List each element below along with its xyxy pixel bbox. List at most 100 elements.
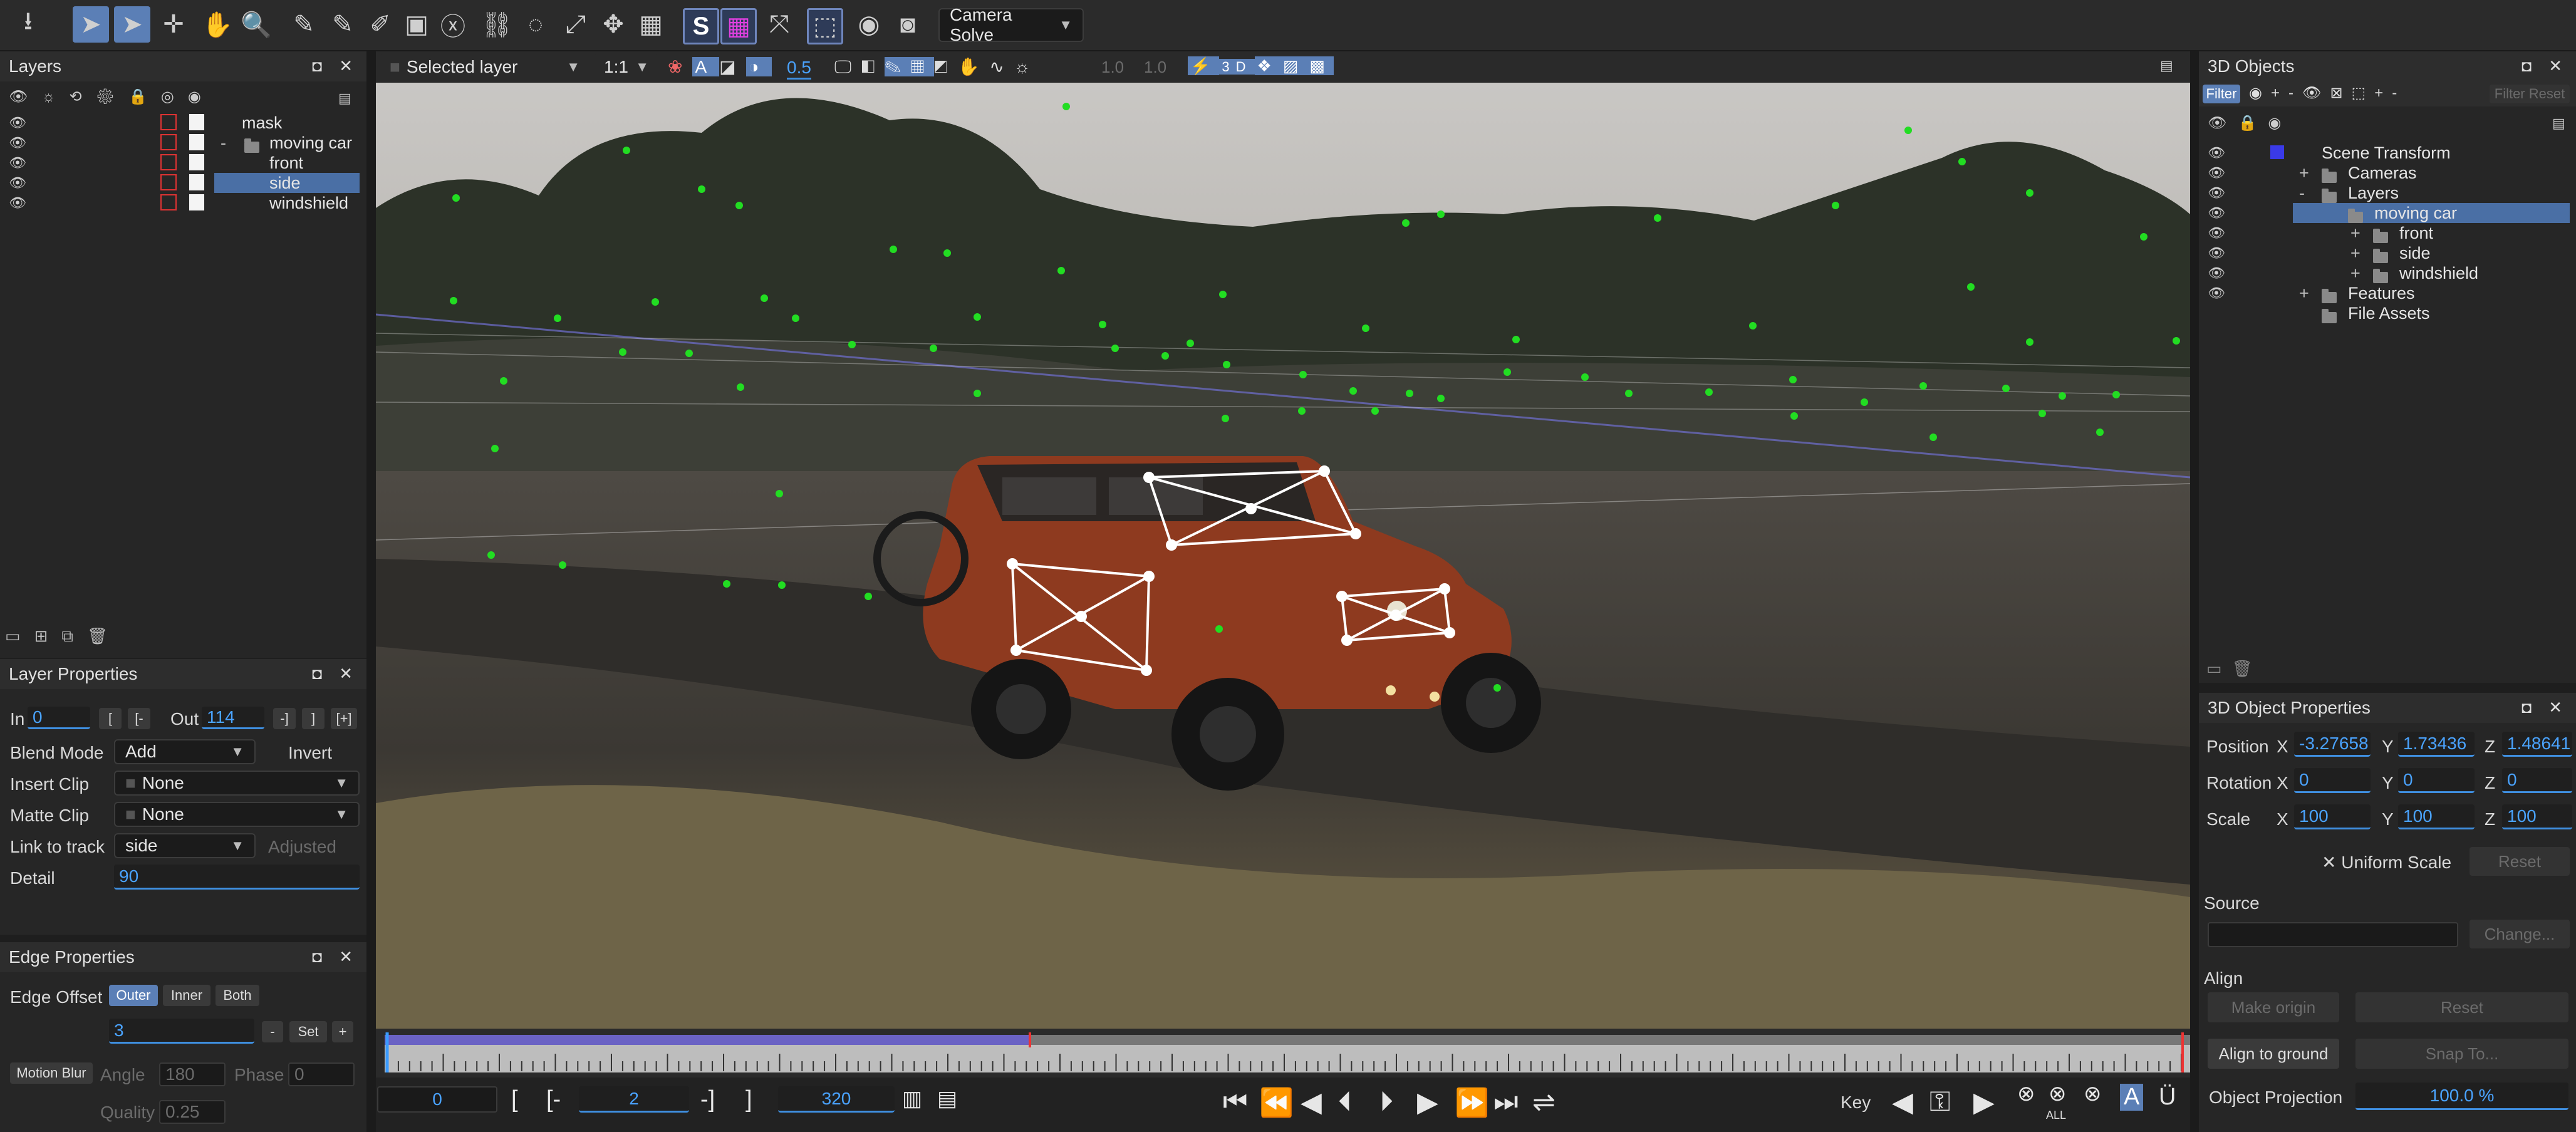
rotation-x-field[interactable]: 0 bbox=[2294, 768, 2371, 793]
play-backward-icon[interactable]: ◀ bbox=[1301, 1086, 1322, 1118]
go-to-start-icon[interactable]: ⏮ bbox=[1223, 1086, 1248, 1118]
panel-close-icon[interactable]: ◘ ✕ bbox=[2521, 56, 2568, 76]
visibility-eye-icon[interactable]: 👁 bbox=[9, 135, 26, 151]
zoom-tool-icon[interactable]: 🔍 bbox=[238, 6, 274, 43]
position-z-field[interactable]: 1.48641 bbox=[2502, 732, 2572, 757]
visibility-eye-icon[interactable]: 👁 bbox=[9, 155, 26, 171]
visibility-eye-icon[interactable]: 👁 bbox=[2208, 205, 2225, 221]
image-icon[interactable]: ▨ bbox=[1280, 56, 1307, 75]
add-point-tool-icon[interactable]: ✛ bbox=[155, 6, 192, 43]
add-keyframe-icon[interactable]: ⚿ bbox=[1929, 1086, 1950, 1118]
angle-field[interactable]: 180 bbox=[159, 1062, 226, 1086]
add-icon[interactable]: + bbox=[2271, 85, 2288, 101]
uniform-scale-checkbox[interactable]: ✕ Uniform Scale bbox=[2322, 852, 2451, 873]
layer-row[interactable]: 👁 - moving car bbox=[0, 133, 366, 153]
set-in-minus-button[interactable]: [- bbox=[128, 708, 150, 729]
next-key-icon[interactable]: ⏩ bbox=[1455, 1086, 1489, 1119]
eye-filter-icon[interactable]: 👁 bbox=[2302, 85, 2330, 101]
x-circle-icon[interactable]: ⓧ bbox=[435, 6, 471, 43]
planes-icon[interactable]: ❖ bbox=[1254, 56, 1280, 75]
object-tree-row[interactable]: File Assets bbox=[2199, 303, 2576, 323]
quality-field[interactable]: 0.25 bbox=[159, 1100, 226, 1124]
box-tool-icon[interactable]: ▣ bbox=[398, 6, 435, 43]
collapse-icon[interactable]: - bbox=[221, 133, 226, 153]
expand-icon[interactable]: + bbox=[2299, 284, 2309, 303]
set-out-bracket-icon[interactable]: ] bbox=[745, 1086, 752, 1113]
camera-icon[interactable]: ◙ bbox=[890, 6, 926, 43]
make-origin-button[interactable]: Make origin bbox=[2208, 992, 2339, 1022]
in-frame-field[interactable]: 2 bbox=[579, 1086, 689, 1113]
timeline[interactable] bbox=[376, 1029, 2190, 1079]
set-in-minus-icon[interactable]: [- bbox=[546, 1086, 561, 1113]
select-filter-icon[interactable]: ⬚ bbox=[2352, 85, 2375, 101]
timeline-zoom-icon[interactable]: ▥ bbox=[902, 1086, 922, 1111]
autokey-a-icon[interactable]: A bbox=[2120, 1084, 2144, 1111]
step-backward-icon[interactable]: ⏴ bbox=[1338, 1086, 1352, 1118]
position-x-field[interactable]: -3.27658 bbox=[2294, 732, 2371, 757]
remove-filter-icon[interactable]: - bbox=[2392, 85, 2406, 101]
scale-y-field[interactable]: 100 bbox=[2398, 804, 2475, 829]
lasso-icon[interactable]: ◌ bbox=[517, 6, 554, 43]
scale-z-field[interactable]: 100 bbox=[2502, 804, 2572, 829]
object-tree-row[interactable]: 👁 + Features bbox=[2199, 283, 2576, 303]
scale-x-field[interactable]: 100 bbox=[2294, 804, 2371, 829]
snap-to-button[interactable]: Snap To... bbox=[2355, 1039, 2568, 1069]
pen-add-tool-icon[interactable]: ✎ bbox=[325, 6, 361, 43]
curve-icon[interactable]: ∿ bbox=[989, 57, 1014, 76]
step-forward-icon[interactable]: ⏵ bbox=[1379, 1086, 1393, 1118]
layer-row[interactable]: 👁 mask bbox=[0, 113, 366, 133]
hand-tool-icon[interactable]: ✋ bbox=[199, 6, 236, 43]
timeline-ruler[interactable] bbox=[376, 1029, 2190, 1079]
delete-key-forward-icon[interactable]: ⊗ bbox=[2084, 1081, 2102, 1106]
cross-filter-icon[interactable]: ⊠ bbox=[2330, 85, 2351, 101]
layer-row[interactable]: 👁 side bbox=[0, 173, 366, 193]
object-tree-row[interactable]: 👁 + front bbox=[2199, 223, 2576, 243]
objects-menu-icon[interactable]: ▤ bbox=[2552, 115, 2565, 132]
filter-reset-button[interactable]: Filter Reset bbox=[2490, 85, 2570, 103]
select-tool-icon[interactable]: ➤ bbox=[73, 6, 109, 43]
transform-icon[interactable]: ⤢ bbox=[558, 6, 594, 43]
object-tree-row[interactable]: 👁 - Layers bbox=[2199, 183, 2576, 203]
zoom-dropdown[interactable]: 1:1 ▼ bbox=[594, 54, 659, 80]
remove-icon[interactable]: - bbox=[2288, 85, 2302, 101]
autokey-u-icon[interactable]: Ü bbox=[2159, 1084, 2176, 1111]
align-to-ground-button[interactable]: Align to ground bbox=[2208, 1039, 2339, 1069]
record-icon[interactable]: ◉ bbox=[851, 6, 887, 43]
checker-icon[interactable]: ▩ bbox=[1307, 56, 1334, 75]
opacity-icon[interactable]: ◑ bbox=[745, 57, 772, 76]
pen-tool-icon[interactable]: ✎ bbox=[286, 6, 322, 43]
layer-row[interactable]: 👁 windshield bbox=[0, 193, 366, 213]
source-field[interactable] bbox=[2208, 922, 2458, 947]
phase-field[interactable]: 0 bbox=[288, 1062, 355, 1086]
brightness-icon[interactable]: ☼ bbox=[1014, 57, 1041, 76]
split-view-icon[interactable]: ◧ bbox=[861, 57, 885, 76]
duplicate-icon[interactable]: ⧉ bbox=[61, 626, 87, 645]
viewer-canvas[interactable] bbox=[376, 83, 2190, 1029]
grid-tool-icon[interactable]: ▦ bbox=[633, 6, 669, 43]
panel-close-icon[interactable]: ◘ ✕ bbox=[312, 56, 359, 76]
color-filter-icon[interactable]: ◉ bbox=[2249, 85, 2271, 101]
move-icon[interactable]: ✥ bbox=[595, 6, 631, 43]
roi-icon[interactable]: ⬚ bbox=[807, 8, 843, 44]
download-icon[interactable]: ⭳ bbox=[10, 6, 46, 43]
bolt-icon[interactable]: ⚡ bbox=[1188, 56, 1220, 75]
new-object-icon[interactable]: ▭ bbox=[2206, 659, 2232, 678]
trash-icon[interactable]: 🗑 bbox=[2232, 659, 2263, 678]
collapse-icon[interactable]: - bbox=[2299, 184, 2305, 203]
pen-remove-tool-icon[interactable]: ✐ bbox=[362, 6, 398, 43]
object-projection-field[interactable]: 100.0 % bbox=[2355, 1083, 2568, 1110]
layer-filter-dropdown[interactable]: ■ Selected layer ▼ bbox=[380, 54, 590, 80]
expand-icon[interactable]: + bbox=[2350, 224, 2360, 243]
add-filter-icon[interactable]: + bbox=[2374, 85, 2392, 101]
set-button[interactable]: Set bbox=[289, 1021, 327, 1042]
visibility-eye-icon[interactable]: 👁 bbox=[9, 195, 26, 211]
previous-key-icon[interactable]: ⏪ bbox=[1259, 1086, 1294, 1119]
align-reset-button[interactable]: Reset bbox=[2355, 992, 2568, 1022]
play-forward-icon[interactable]: ▶ bbox=[1417, 1086, 1438, 1118]
solve-mode-dropdown[interactable]: Camera Solve ▼ bbox=[938, 5, 1084, 44]
link-to-track-dropdown[interactable]: side ▼ bbox=[114, 833, 256, 858]
set-out-minus-button[interactable]: -] bbox=[273, 708, 296, 729]
new-layer-icon[interactable]: ⊞ bbox=[34, 626, 62, 645]
link-icon[interactable]: ⛓ bbox=[479, 6, 515, 43]
reset-scale-button[interactable]: Reset bbox=[2470, 847, 2570, 876]
